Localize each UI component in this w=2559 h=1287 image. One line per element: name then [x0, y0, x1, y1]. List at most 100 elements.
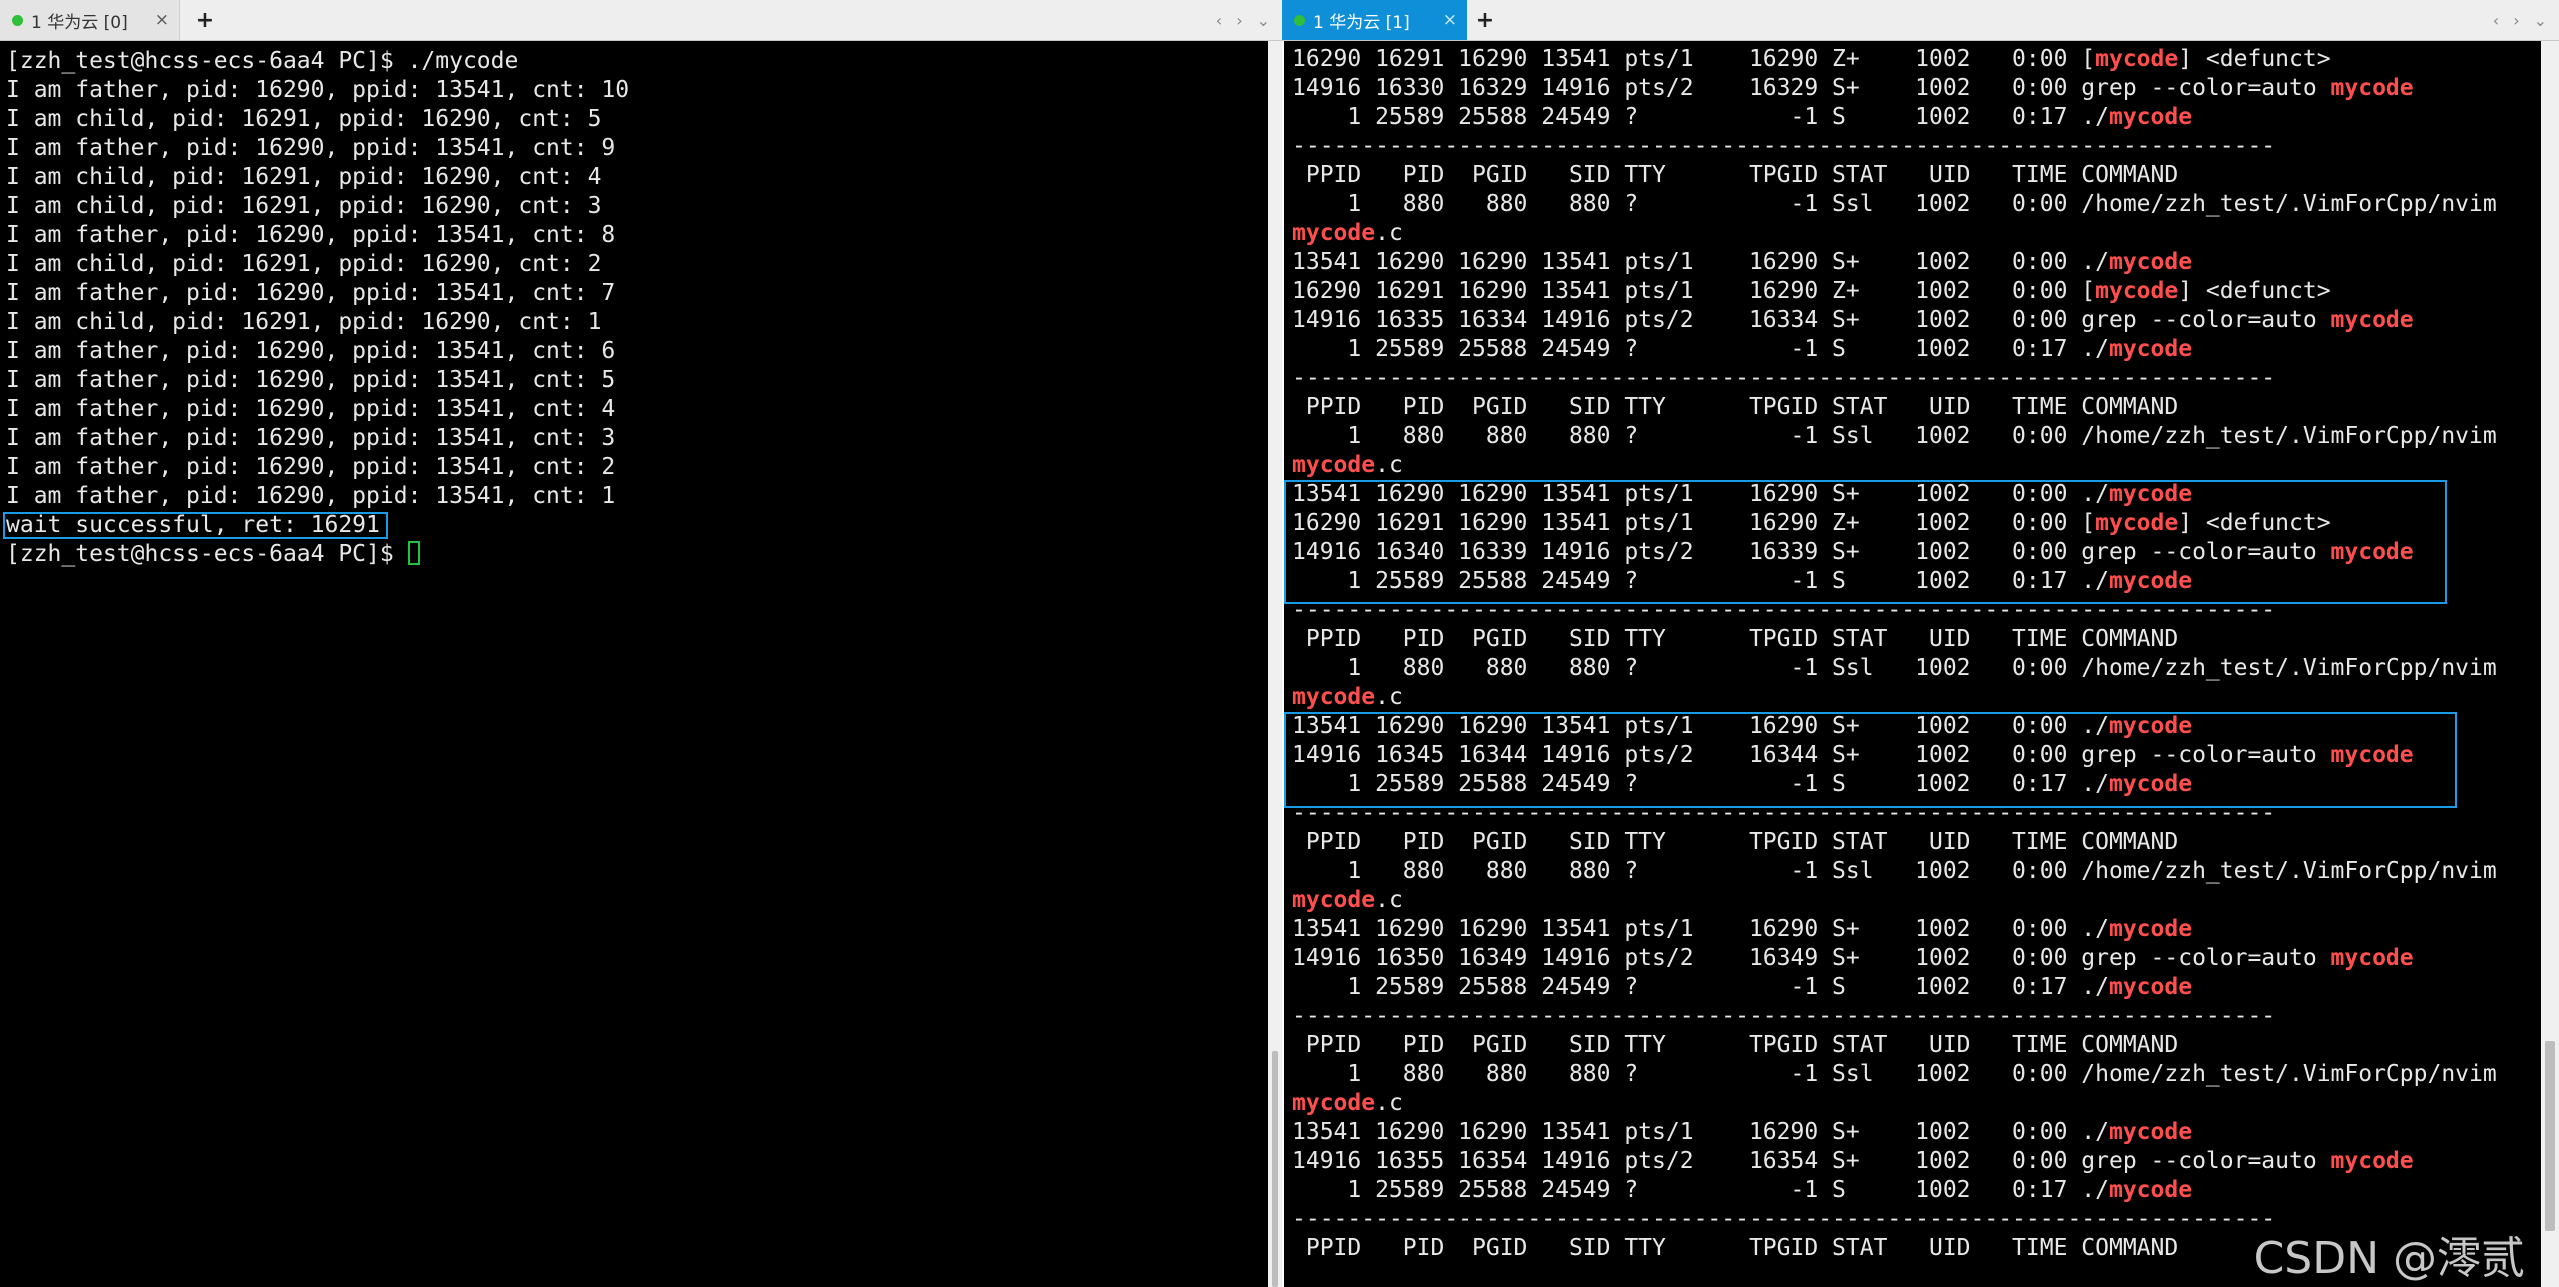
terminal-line-text: 1 880 880 880 ? -1 Ssl 1002 0:00 /home/z…	[1292, 858, 2497, 884]
terminal-line-text: I am father, pid: 16290, ppid: 13541, cn…	[6, 367, 616, 393]
terminal-line-text: 13541 16290 16290 13541 pts/1 16290 S+ 1…	[1292, 916, 2109, 942]
terminal-line-text: 16290 16291 16290 13541 pts/1 16290 Z+ 1…	[1292, 46, 2096, 72]
tab-huaweiyun-1[interactable]: 1 华为云 [1] ×	[1282, 0, 1467, 40]
highlighted-match: mycode	[2095, 46, 2179, 72]
highlighted-match: mycode	[1292, 452, 1376, 478]
terminal-line-text: .c	[1375, 220, 1403, 246]
terminal-line-text: ----------------------------------------…	[1292, 800, 2276, 826]
highlighted-match: mycode	[2330, 75, 2414, 101]
terminal-line: I am father, pid: 16290, ppid: 13541, cn…	[6, 395, 1268, 424]
terminal-line: I am child, pid: 16291, ppid: 16290, cnt…	[6, 105, 1268, 134]
terminal-line-text: 1 880 880 880 ? -1 Ssl 1002 0:00 /home/z…	[1292, 191, 2497, 217]
terminal-line: mycode.c	[1292, 219, 2541, 248]
close-tab-icon[interactable]: ×	[155, 10, 169, 30]
terminal-line: [zzh_test@hcss-ecs-6aa4 PC]$	[6, 540, 1268, 569]
terminal-line-text: I am child, pid: 16291, ppid: 16290, cnt…	[6, 309, 602, 335]
next-tab-icon[interactable]: ›	[2513, 11, 2519, 30]
right-terminal[interactable]: 16290 16291 16290 13541 pts/1 16290 Z+ 1…	[1284, 41, 2541, 1287]
tab-menu-icon[interactable]: ⌄	[2534, 11, 2547, 30]
highlighted-match: mycode	[2330, 1148, 2414, 1174]
terminal-line: mycode.c	[1292, 683, 2541, 712]
terminal-line-text: I am child, pid: 16291, ppid: 16290, cnt…	[6, 193, 602, 219]
terminal-line-text: 16290 16291 16290 13541 pts/1 16290 Z+ 1…	[1292, 510, 2096, 536]
terminal-line: 1 25589 25588 24549 ? -1 S 1002 0:17 ./m…	[1292, 770, 2541, 799]
tab-huaweiyun-0[interactable]: 1 华为云 [0] ×	[0, 0, 180, 40]
terminal-line-text: I am father, pid: 16290, ppid: 13541, cn…	[6, 280, 616, 306]
terminal-line-text: 14916 16355 16354 14916 pts/2 16354 S+ 1…	[1292, 1148, 2331, 1174]
next-tab-icon[interactable]: ›	[1236, 11, 1242, 30]
terminal-line-text: 14916 16340 16339 14916 pts/2 16339 S+ 1…	[1292, 539, 2331, 565]
terminal-line: 1 25589 25588 24549 ? -1 S 1002 0:17 ./m…	[1292, 1176, 2541, 1205]
terminal-line-text: I am father, pid: 16290, ppid: 13541, cn…	[6, 396, 616, 422]
terminal-line: 16290 16291 16290 13541 pts/1 16290 Z+ 1…	[1292, 277, 2541, 306]
terminal-line: I am child, pid: 16291, ppid: 16290, cnt…	[6, 308, 1268, 337]
terminal-line: 1 25589 25588 24549 ? -1 S 1002 0:17 ./m…	[1292, 103, 2541, 132]
terminal-line: 1 880 880 880 ? -1 Ssl 1002 0:00 /home/z…	[1292, 654, 2541, 683]
terminal-line-text: 14916 16330 16329 14916 pts/2 16329 S+ 1…	[1292, 75, 2331, 101]
connected-status-icon	[12, 14, 23, 26]
highlighted-match: mycode	[2108, 481, 2193, 507]
highlighted-match: mycode	[2108, 771, 2193, 797]
terminal-line-text: PPID PID PGID SID TTY TPGID STAT UID TIM…	[1292, 162, 2179, 188]
close-tab-icon[interactable]: ×	[1443, 10, 1457, 30]
terminal-line: ----------------------------------------…	[1292, 799, 2541, 828]
terminal-line-text: I am father, pid: 16290, ppid: 13541, cn…	[6, 483, 616, 509]
terminal-line: 1 880 880 880 ? -1 Ssl 1002 0:00 /home/z…	[1292, 190, 2541, 219]
highlighted-match: mycode	[2330, 539, 2414, 565]
terminal-line-text: 1 880 880 880 ? -1 Ssl 1002 0:00 /home/z…	[1292, 423, 2497, 449]
terminal-line-text: PPID PID PGID SID TTY TPGID STAT UID TIM…	[1292, 1032, 2179, 1058]
terminal-line: I am father, pid: 16290, ppid: 13541, cn…	[6, 366, 1268, 395]
highlighted-match: mycode	[1292, 1090, 1376, 1116]
prev-tab-icon[interactable]: ‹	[2493, 11, 2499, 30]
highlighted-match: mycode	[2108, 974, 2193, 1000]
terminal-line: wait successful, ret: 16291	[6, 511, 1268, 540]
left-tab-bar: 1 华为云 [0] × + ‹ › ⌄	[0, 0, 1282, 41]
right-scrollbar-thumb[interactable]	[2545, 1041, 2555, 1231]
terminal-line-text: 1 25589 25588 24549 ? -1 S 1002 0:17 ./	[1292, 771, 2109, 797]
terminal-line: 13541 16290 16290 13541 pts/1 16290 S+ 1…	[1292, 712, 2541, 741]
left-terminal[interactable]: [zzh_test@hcss-ecs-6aa4 PC]$ ./mycode I a…	[0, 41, 1268, 1287]
terminal-line: 1 880 880 880 ? -1 Ssl 1002 0:00 /home/z…	[1292, 1060, 2541, 1089]
terminal-line-text: I am father, pid: 16290, ppid: 13541, cn…	[6, 338, 616, 364]
terminal-line: ----------------------------------------…	[1292, 1002, 2541, 1031]
tab-menu-icon[interactable]: ⌄	[1257, 11, 1270, 30]
terminal-line: 14916 16335 16334 14916 pts/2 16334 S+ 1…	[1292, 306, 2541, 335]
tab-label: 1 华为云 [0]	[31, 12, 128, 33]
terminal-line-text: ] <defunct>	[2178, 510, 2331, 536]
terminal-line-text: 13541 16290 16290 13541 pts/1 16290 S+ 1…	[1292, 713, 2109, 739]
terminal-line: 1 25589 25588 24549 ? -1 S 1002 0:17 ./m…	[1292, 567, 2541, 596]
left-scrollbar-thumb[interactable]	[1272, 1051, 1278, 1287]
left-scrollbar[interactable]	[1268, 41, 1282, 1287]
prev-tab-icon[interactable]: ‹	[1216, 11, 1222, 30]
terminal-line: I am child, pid: 16291, ppid: 16290, cnt…	[6, 250, 1268, 279]
right-tab-bar: 1 华为云 [1] × + ‹ › ⌄	[1282, 0, 2559, 41]
highlighted-match: mycode	[2330, 307, 2414, 333]
highlighted-match: mycode	[1292, 220, 1376, 246]
terminal-line-text: 1 25589 25588 24549 ? -1 S 1002 0:17 ./	[1292, 104, 2109, 130]
terminal-line-text: 1 880 880 880 ? -1 Ssl 1002 0:00 /home/z…	[1292, 1061, 2497, 1087]
terminal-line-text: ----------------------------------------…	[1292, 365, 2276, 391]
terminal-line-text: ----------------------------------------…	[1292, 1003, 2276, 1029]
terminal-line: 14916 16350 16349 14916 pts/2 16349 S+ 1…	[1292, 944, 2541, 973]
terminal-line: PPID PID PGID SID TTY TPGID STAT UID TIM…	[1292, 161, 2541, 190]
terminal-line: 1 880 880 880 ? -1 Ssl 1002 0:00 /home/z…	[1292, 857, 2541, 886]
terminal-line-text: 1 25589 25588 24549 ? -1 S 1002 0:17 ./	[1292, 1177, 2109, 1203]
terminal-line: 13541 16290 16290 13541 pts/1 16290 S+ 1…	[1292, 480, 2541, 509]
terminal-line: I am father, pid: 16290, ppid: 13541, cn…	[6, 337, 1268, 366]
terminal-line-text: ] <defunct>	[2178, 278, 2331, 304]
terminal-line-text: 16290 16291 16290 13541 pts/1 16290 Z+ 1…	[1292, 278, 2096, 304]
add-tab-button[interactable]: +	[190, 0, 220, 40]
highlighted-match: mycode	[2108, 336, 2193, 362]
tab-nav-controls: ‹ › ⌄	[2493, 0, 2547, 40]
terminal-line-text: I am father, pid: 16290, ppid: 13541, cn…	[6, 425, 616, 451]
terminal-line-text: ] <defunct>	[2178, 46, 2331, 72]
highlighted-match: mycode	[2108, 713, 2193, 739]
terminal-line-text: .c	[1375, 1090, 1403, 1116]
terminal-line-text: I am child, pid: 16291, ppid: 16290, cnt…	[6, 251, 602, 277]
terminal-line: PPID PID PGID SID TTY TPGID STAT UID TIM…	[1292, 828, 2541, 857]
terminal-line-text: PPID PID PGID SID TTY TPGID STAT UID TIM…	[1292, 829, 2179, 855]
add-tab-button[interactable]: +	[1470, 0, 1500, 40]
left-pane: 1 华为云 [0] × + ‹ › ⌄ [zzh_test@hcss-ecs-6…	[0, 0, 1282, 1287]
right-scrollbar[interactable]	[2541, 41, 2559, 1287]
terminal-line: 1 880 880 880 ? -1 Ssl 1002 0:00 /home/z…	[1292, 422, 2541, 451]
